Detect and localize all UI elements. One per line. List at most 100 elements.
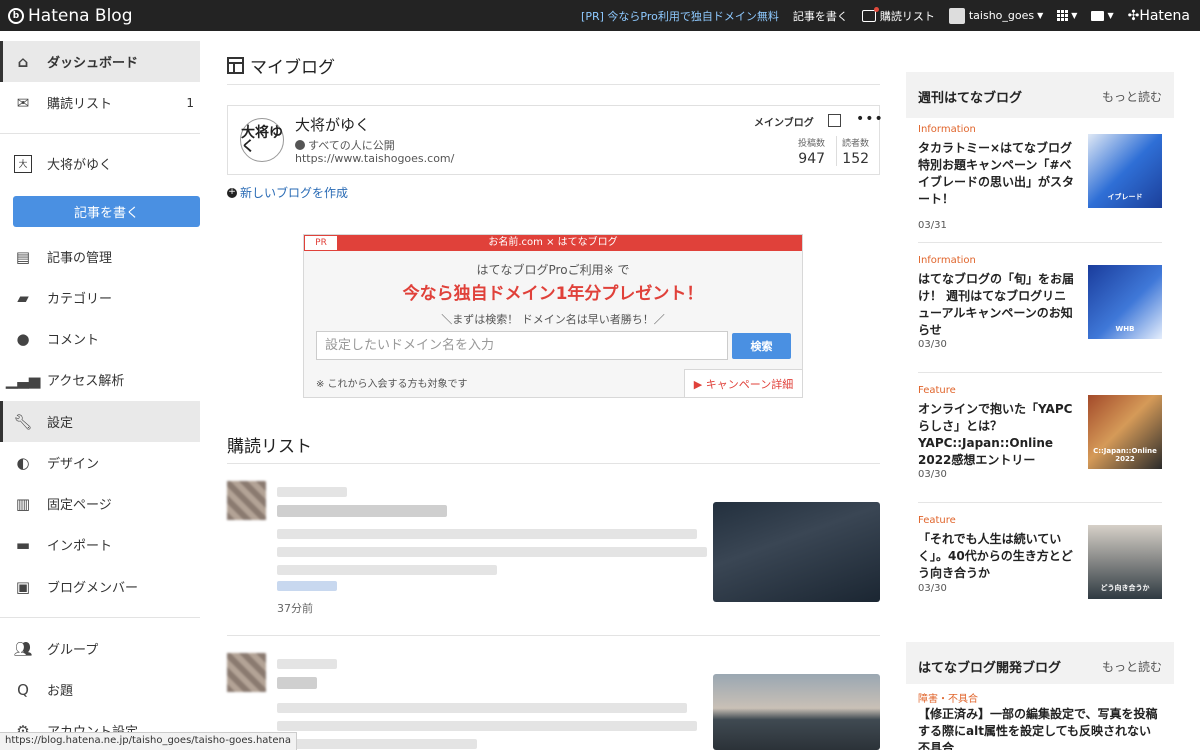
category-label: 障害・不具合 <box>918 694 978 705</box>
divider <box>0 617 200 618</box>
sidebar-item-dashboard[interactable]: ⌂ ダッシュボード <box>0 41 200 82</box>
article-thumbnail: WHB <box>1088 265 1162 339</box>
article-title: はてなブログの「旬」をお届け！ 週刊はてなブログリニューアルキャンペーンのお知ら… <box>918 272 1075 337</box>
sidebar-item-import[interactable]: ▬ インポート <box>0 524 200 565</box>
palette-icon: ◐ <box>16 453 30 472</box>
list-item[interactable]: Feature 「それでも人生は続いていく」。40代からの生き方とどう向き合うか… <box>918 515 1162 615</box>
sidebar-item-design[interactable]: ◐ デザイン <box>0 442 200 483</box>
status-bar-url: https://blog.hatena.ne.jp/taisho_goes/ta… <box>0 732 297 750</box>
blurred-text <box>277 659 337 669</box>
blog-url[interactable]: https://www.taishogoes.com/ <box>295 152 454 165</box>
chevron-down-icon: ▼ <box>1071 11 1078 20</box>
category-label: Feature <box>918 515 956 526</box>
create-blog-link[interactable]: + 新しいブログを作成 <box>227 184 348 201</box>
post-thumbnail[interactable] <box>713 502 880 602</box>
sidebar-item-label: 記事の管理 <box>47 251 113 266</box>
divider <box>0 133 200 134</box>
weekly-more-link[interactable]: もっと読む <box>1102 88 1162 105</box>
dev-more-link[interactable]: もっと読む <box>1102 658 1162 675</box>
edit-icon[interactable] <box>828 114 841 127</box>
ad-subtitle: はてなブログProご利用※ で <box>476 263 630 277</box>
post-time: 37分前 <box>277 602 313 615</box>
sidebar-item-label: ダッシュボード <box>47 56 139 71</box>
more-icon[interactable]: ••• <box>856 111 884 127</box>
sidebar-item-topics[interactable]: Q お題 <box>0 669 200 710</box>
notifications-menu[interactable]: ▼ <box>1091 10 1114 21</box>
hatena-brand-text: Hatena <box>1139 7 1190 24</box>
list-item[interactable]: Feature オンラインで抱いた「YAPCらしさ」とは？ YAPC::Japa… <box>918 385 1162 505</box>
page-title: マイブログ <box>227 53 335 78</box>
sidebar-item-subscriptions[interactable]: ✉ 購読リスト 1 <box>0 82 200 123</box>
user-menu[interactable]: taisho_goes ▼ <box>948 7 1044 24</box>
pr-link[interactable]: [PR] 今ならPro利用で独自ドメイン無料 <box>581 8 779 24</box>
readers-count: 152 <box>842 151 870 167</box>
blurred-text <box>277 677 317 689</box>
sidebar-item-entries[interactable]: ▤ 記事の管理 <box>0 236 200 277</box>
sidebar-item-label: 購読リスト <box>47 97 113 112</box>
write-link[interactable]: 記事を書く <box>793 8 848 24</box>
apps-menu[interactable]: ▼ <box>1057 10 1077 21</box>
article-date: 03/30 <box>918 469 947 480</box>
folder-icon: ▰ <box>17 288 29 307</box>
posts-label: 投稿数 <box>798 139 826 149</box>
article-title: タカラトミー×はてなブログ 特別お題キャンペーン「#ベイブレードの思い出」がスタ… <box>918 141 1075 206</box>
dashboard-icon <box>227 57 244 74</box>
avatar <box>227 481 266 520</box>
category-label: Information <box>918 124 976 135</box>
sidebar-item-comments[interactable]: ● コメント <box>0 318 200 359</box>
divider <box>227 463 880 464</box>
document-icon: ▤ <box>15 247 31 266</box>
article-date: 03/31 <box>918 220 947 231</box>
article-title: 【修正済み】一部の編集設定で、写真を投稿する際にalt属性を設定しても反映されな… <box>918 707 1158 750</box>
subscriptions-link[interactable]: 購読リスト <box>861 6 935 24</box>
blog-logo[interactable]: 大将ゆく <box>240 118 284 162</box>
sidebar-item-analytics[interactable]: ▁▃▅ アクセス解析 <box>0 359 200 400</box>
blog-title[interactable]: 大将がゆく <box>295 114 370 135</box>
sidebar-item-label: インポート <box>47 539 113 554</box>
sidebar-item-pages[interactable]: ▥ 固定ページ <box>0 483 200 524</box>
domain-search-input[interactable] <box>316 331 728 360</box>
divider <box>836 136 837 166</box>
sidebar-item-members[interactable]: ▣ ブログメンバー <box>0 566 200 607</box>
domain-search-button[interactable]: 検索 <box>732 333 791 359</box>
divider <box>227 635 880 636</box>
sidebar-item-blog[interactable]: 大 大将がゆく <box>0 143 200 184</box>
avatar <box>227 653 266 692</box>
chevron-down-icon: ▼ <box>1107 11 1114 20</box>
wrench-icon: 🔧︎ <box>13 412 33 431</box>
top-navigation: [PR] 今ならPro利用で独自ドメイン無料 記事を書く 購読リスト taish… <box>567 0 1200 31</box>
hatena-brand-link[interactable]: ✣ Hatena <box>1128 8 1190 24</box>
ad-note: ※ これから入会する方も対象です <box>316 379 468 390</box>
sidebar-item-groups[interactable]: 👥︎ グループ <box>0 628 200 669</box>
sidebar-item-label: グループ <box>47 643 99 658</box>
list-item[interactable]: 障害・不具合 【修正済み】一部の編集設定で、写真を投稿する際にalt属性を設定し… <box>918 690 1162 750</box>
sidebar: ⌂ ダッシュボード ✉ 購読リスト 1 大 大将がゆく 記事を書く ▤ 記事の管… <box>0 31 200 750</box>
list-item[interactable]: Information タカラトミー×はてなブログ 特別お題キャンペーン「#ベイ… <box>918 124 1162 244</box>
article-title: 「それでも人生は続いていく」。40代からの生き方とどう向き合うか <box>918 532 1073 580</box>
subscription-notification-icon <box>861 6 879 22</box>
comment-icon: ● <box>16 329 30 348</box>
blurred-text <box>277 565 497 575</box>
list-item[interactable]: Information はてなブログの「旬」をお届け！ 週刊はてなブログリニュー… <box>918 255 1162 375</box>
sidebar-item-categories[interactable]: ▰ カテゴリー <box>0 277 200 318</box>
article-date: 03/30 <box>918 583 947 594</box>
hatena-blog-logo[interactable]: b Hatena Blog <box>8 6 133 26</box>
subscription-icon: ✉ <box>16 93 30 112</box>
topic-icon: Q <box>17 680 29 699</box>
write-article-button[interactable]: 記事を書く <box>13 196 200 227</box>
weekly-list: Information タカラトミー×はてなブログ 特別お題キャンペーン「#ベイ… <box>906 118 1174 618</box>
truck-icon: ▬ <box>15 535 31 554</box>
post-thumbnail[interactable] <box>713 674 880 750</box>
chat-icon <box>1091 10 1105 21</box>
chevron-down-icon: ▼ <box>1037 11 1044 20</box>
article-date: 03/30 <box>918 339 947 350</box>
subscriptions-label: 購読リスト <box>879 9 935 23</box>
ad-banner: お名前.com × はてなブログ <box>304 235 802 251</box>
campaign-details-link[interactable]: ▶ キャンペーン詳細 <box>684 369 802 397</box>
blurred-text <box>277 739 477 749</box>
divider <box>227 84 880 85</box>
sidebar-item-label: 大将がゆく <box>47 158 113 173</box>
create-blog-text: 新しいブログを作成 <box>240 186 349 200</box>
sidebar-item-settings[interactable]: 🔧︎ 設定 <box>0 401 200 442</box>
sidebar-item-label: 設定 <box>47 416 74 431</box>
